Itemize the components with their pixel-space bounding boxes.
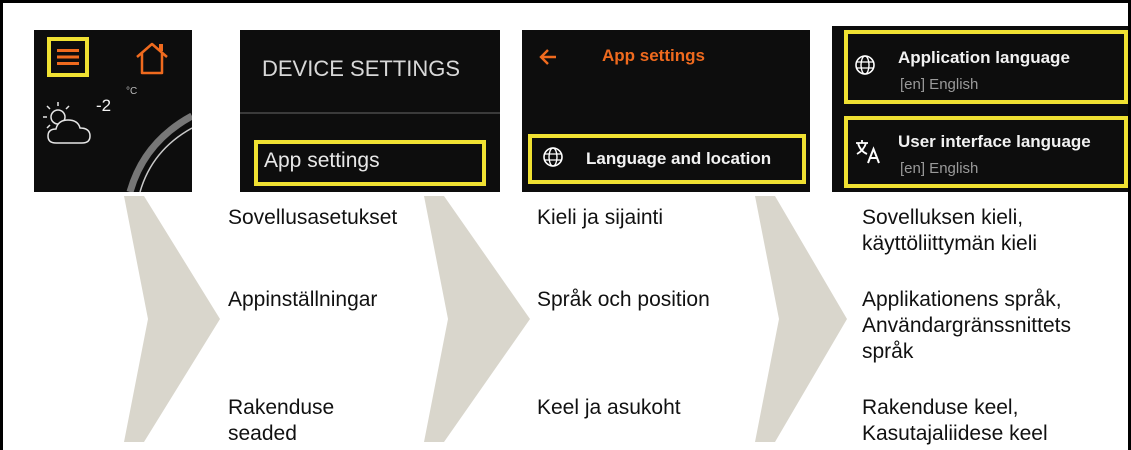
step-arrow-1 (124, 196, 220, 442)
caption-col4-et-line2: Kasutajaliidese keel (862, 422, 1048, 445)
step-arrow-3 (755, 196, 847, 442)
translate-icon (856, 140, 880, 164)
caption-col4-fi-line2: käyttöliittymän kieli (862, 232, 1038, 255)
caption-col3-sv: Språk och position (537, 288, 710, 311)
caption-col4-sv-line2: Användargränssnittets (862, 314, 1071, 337)
back-arrow-icon[interactable] (538, 48, 558, 66)
caption-col4-sv-line1: Applikationens språk, (862, 288, 1062, 311)
app-settings-title: App settings (602, 46, 705, 65)
screenshot-device-settings: DEVICE SETTINGS App settings (240, 30, 500, 192)
caption-col4-fi-line1: Sovelluksen kieli, (862, 206, 1024, 229)
caption-col2-sv: Appinställningar (228, 288, 378, 311)
caption-col3-et: Keel ja asukoht (537, 396, 681, 419)
globe-icon (543, 147, 563, 167)
caption-col4-sv-line3: språk (862, 340, 914, 363)
step-arrow-2 (424, 196, 530, 442)
globe-icon (855, 55, 875, 75)
ui-language-label[interactable]: User interface language (898, 132, 1091, 152)
language-location-item[interactable]: Language and location (586, 149, 771, 169)
app-settings-item[interactable]: App settings (264, 149, 380, 173)
device-settings-header: DEVICE SETTINGS (262, 56, 461, 81)
screenshot-home: -2 °C (34, 30, 192, 192)
caption-col3-fi: Kieli ja sijainti (537, 206, 664, 229)
caption-col2-fi: Sovellusasetukset (228, 206, 398, 229)
ui-language-value: [en] English (900, 160, 979, 177)
ui-language-highlight (844, 116, 1128, 188)
caption-col2-et-line1: Rakenduse (228, 396, 335, 419)
application-language-value: [en] English (900, 76, 979, 93)
temperature-dial (126, 112, 192, 192)
caption-col2-et-line2: seaded (228, 422, 297, 445)
caption-col4-et-line1: Rakenduse keel, (862, 396, 1019, 419)
application-language-label[interactable]: Application language (898, 48, 1070, 68)
screenshot-language-settings: Application language [en] English User i… (832, 26, 1128, 192)
screenshot-app-settings: App settings Language and location (522, 30, 810, 192)
header-divider (240, 112, 500, 114)
